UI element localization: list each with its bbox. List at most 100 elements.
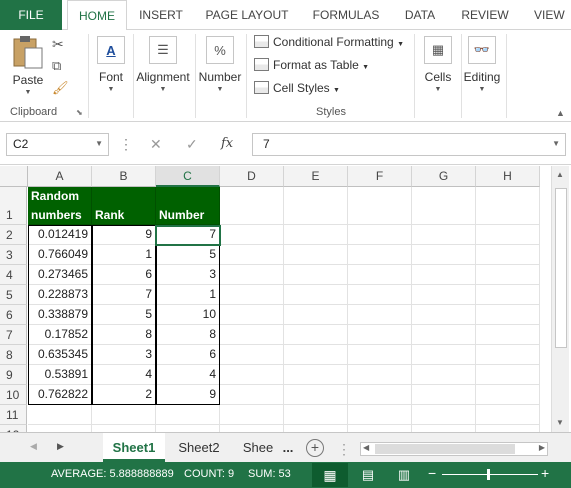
cell[interactable]: 0.228873: [28, 285, 92, 305]
cell[interactable]: [476, 225, 540, 245]
cell[interactable]: 5: [92, 305, 156, 325]
cell[interactable]: [476, 285, 540, 305]
row-header[interactable]: 8: [0, 345, 27, 365]
scroll-right-icon[interactable]: ▶: [539, 443, 545, 452]
cell[interactable]: [348, 365, 412, 385]
cell[interactable]: [348, 305, 412, 325]
cell[interactable]: 2: [92, 385, 156, 405]
cell[interactable]: 4: [156, 365, 220, 385]
cell[interactable]: [348, 405, 412, 425]
cell[interactable]: [476, 305, 540, 325]
cell[interactable]: 3: [92, 345, 156, 365]
cell[interactable]: [348, 385, 412, 405]
column-header-h[interactable]: H: [476, 166, 540, 187]
cell[interactable]: [156, 425, 220, 432]
tab-view[interactable]: VIEW: [528, 0, 571, 30]
cell[interactable]: 10: [156, 305, 220, 325]
cell[interactable]: [476, 385, 540, 405]
prev-sheet-icon[interactable]: ◀: [30, 441, 37, 452]
editing-button[interactable]: 👓 Editing ▼: [462, 36, 502, 93]
cell[interactable]: [284, 405, 348, 425]
row-header[interactable]: 3: [0, 245, 27, 265]
cell[interactable]: 0.762822: [28, 385, 92, 405]
cell[interactable]: [476, 345, 540, 365]
row-header[interactable]: 9: [0, 365, 27, 385]
cell[interactable]: [348, 245, 412, 265]
vertical-scrollbar[interactable]: ▲ ▼: [551, 166, 569, 432]
cell-styles-button[interactable]: Cell Styles ▼: [254, 81, 340, 95]
cell[interactable]: [348, 345, 412, 365]
cell[interactable]: [284, 225, 348, 245]
cell[interactable]: [412, 325, 476, 345]
cell[interactable]: [476, 405, 540, 425]
cell[interactable]: 0.338879: [28, 305, 92, 325]
cell[interactable]: [412, 285, 476, 305]
insert-function-icon[interactable]: fx: [221, 136, 233, 151]
enter-icon[interactable]: ✓: [186, 136, 198, 153]
format-as-table-button[interactable]: Format as Table ▼: [254, 58, 369, 72]
next-sheet-icon[interactable]: ▶: [57, 441, 64, 452]
cell[interactable]: [412, 245, 476, 265]
cell[interactable]: [28, 425, 92, 432]
chevron-down-icon[interactable]: ▼: [552, 139, 560, 148]
column-header-g[interactable]: G: [412, 166, 476, 187]
cell[interactable]: [220, 345, 284, 365]
name-box[interactable]: C2 ▼: [6, 133, 109, 156]
cell[interactable]: [412, 385, 476, 405]
select-all-corner[interactable]: [0, 166, 28, 187]
cell[interactable]: [284, 365, 348, 385]
number-button[interactable]: % Number ▼: [198, 36, 242, 93]
scroll-up-icon[interactable]: ▲: [556, 170, 564, 179]
cell[interactable]: [348, 285, 412, 305]
row-header[interactable]: 6: [0, 305, 27, 325]
cell[interactable]: 6: [92, 265, 156, 285]
cell[interactable]: 8: [92, 325, 156, 345]
split-handle-icon[interactable]: ⋮: [337, 441, 351, 458]
cell[interactable]: 1: [92, 245, 156, 265]
scrollbar-thumb[interactable]: [555, 188, 567, 348]
cell[interactable]: 0.53891: [28, 365, 92, 385]
cell[interactable]: [28, 405, 92, 425]
cell[interactable]: [92, 425, 156, 432]
conditional-formatting-button[interactable]: Conditional Formatting ▼: [254, 35, 404, 49]
cell[interactable]: [348, 425, 412, 432]
cell[interactable]: [220, 425, 284, 432]
cell[interactable]: [284, 325, 348, 345]
cell[interactable]: [476, 425, 540, 432]
row-header[interactable]: 12: [0, 425, 27, 432]
more-options-icon[interactable]: ⋮: [119, 136, 133, 153]
cell[interactable]: [220, 305, 284, 325]
cell[interactable]: [284, 285, 348, 305]
cell[interactable]: 0.273465: [28, 265, 92, 285]
cell[interactable]: [412, 225, 476, 245]
cell[interactable]: [476, 187, 540, 225]
cell[interactable]: [284, 245, 348, 265]
cell[interactable]: [348, 187, 412, 225]
cell[interactable]: [348, 265, 412, 285]
cell[interactable]: [476, 265, 540, 285]
tab-review[interactable]: REVIEW: [455, 0, 515, 30]
cell[interactable]: 0.766049: [28, 245, 92, 265]
font-button[interactable]: A Font ▼: [93, 36, 129, 93]
cell[interactable]: [412, 305, 476, 325]
row-header[interactable]: 4: [0, 265, 27, 285]
cell[interactable]: [412, 405, 476, 425]
sheet-tab-sheet3[interactable]: Shee: [240, 433, 276, 462]
page-break-view-icon[interactable]: ▥: [393, 463, 415, 487]
column-header-b[interactable]: B: [92, 166, 156, 187]
cancel-icon[interactable]: ✕: [150, 136, 162, 153]
row-header[interactable]: 7: [0, 325, 27, 345]
zoom-in-icon[interactable]: +: [541, 465, 549, 481]
cell[interactable]: 4: [92, 365, 156, 385]
cell[interactable]: [284, 425, 348, 432]
cell[interactable]: 9: [156, 385, 220, 405]
zoom-out-icon[interactable]: −: [428, 465, 436, 481]
row-header[interactable]: 1: [0, 187, 27, 225]
cell[interactable]: [156, 405, 220, 425]
cell[interactable]: [220, 245, 284, 265]
header-cell-c[interactable]: Number: [156, 187, 220, 225]
cell[interactable]: [412, 365, 476, 385]
cell[interactable]: [348, 225, 412, 245]
header-cell-b[interactable]: Rank: [92, 187, 156, 225]
format-painter-icon[interactable]: 🖌: [52, 80, 69, 96]
